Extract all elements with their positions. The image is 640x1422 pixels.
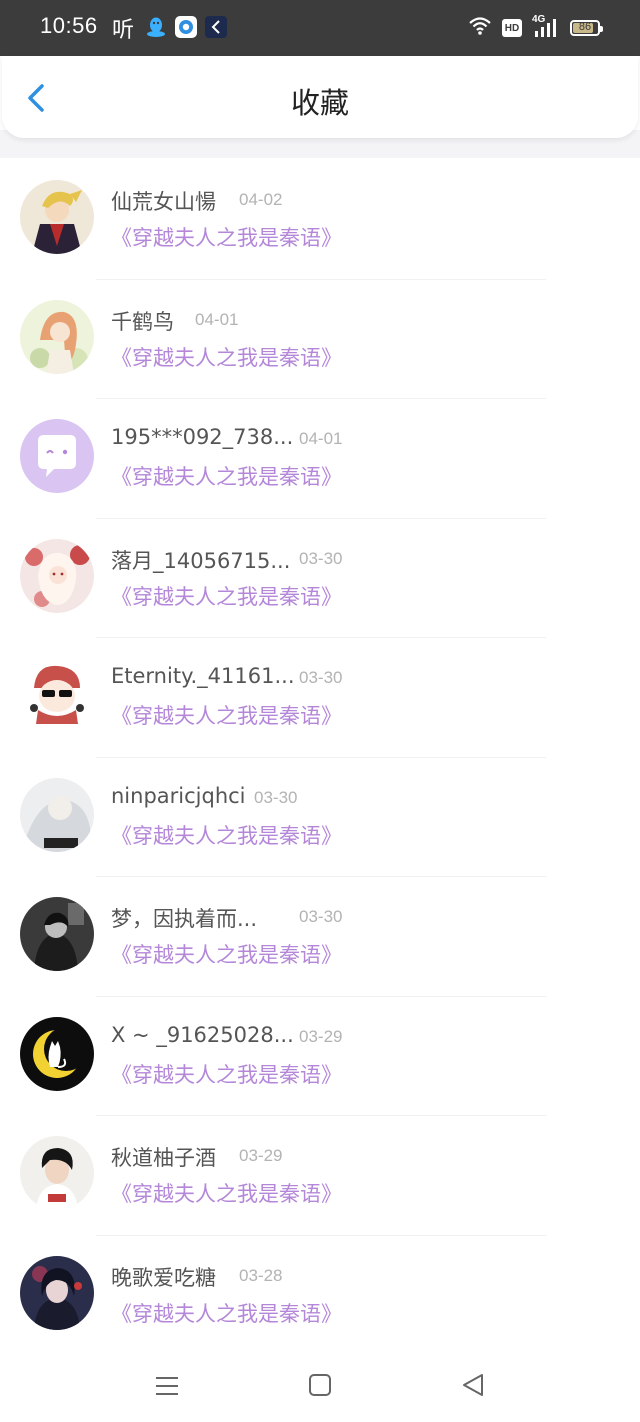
item-date: 04-01	[195, 309, 239, 329]
item-date: 03-30	[299, 907, 343, 926]
avatar	[20, 180, 94, 254]
wifi-icon	[468, 16, 492, 40]
item-date: 04-01	[299, 429, 343, 448]
home-icon	[309, 1374, 331, 1396]
item-date: 03-29	[239, 1146, 283, 1165]
list-item[interactable]: 秋道柚子酒 03-29 《穿越夫人之我是秦语》	[0, 1116, 640, 1236]
navigation-bar	[0, 1352, 640, 1422]
list-item[interactable]: Eternity._41161... 03-30 《穿越夫人之我是秦语》	[0, 638, 640, 758]
avatar	[20, 897, 94, 971]
battery-level: 86	[578, 21, 592, 33]
page-title: 收藏	[290, 86, 349, 120]
book-title[interactable]: 《穿越夫人之我是秦语》	[111, 700, 342, 730]
user-name: 千鹤鸟	[111, 309, 174, 334]
battery-tip	[600, 26, 603, 32]
item-date: 03-28	[239, 1265, 283, 1285]
book-title[interactable]: 《穿越夫人之我是秦语》	[111, 820, 342, 850]
app-icon	[204, 15, 228, 39]
list-item[interactable]: 仙荒女山愓 04-02 《穿越夫人之我是秦语》	[0, 160, 640, 280]
user-name: ninparicjqhci	[111, 783, 246, 808]
avatar	[20, 419, 94, 493]
status-time: 10:56	[40, 13, 98, 38]
user-name: 秋道柚子酒	[111, 1146, 216, 1170]
browser-icon	[174, 15, 198, 39]
avatar	[20, 299, 94, 374]
book-title[interactable]: 《穿越夫人之我是秦语》	[111, 581, 342, 611]
item-date: 03-30	[254, 787, 298, 807]
user-name: 落月_14056715...	[111, 548, 291, 573]
back-nav-button[interactable]	[458, 1370, 490, 1402]
user-name: 195***092_738...	[111, 425, 294, 449]
book-title[interactable]: 《穿越夫人之我是秦语》	[111, 1178, 342, 1208]
qq-icon	[144, 15, 168, 39]
item-date: 03-30	[299, 668, 343, 687]
user-name: 晚歌爱吃糖	[111, 1265, 216, 1290]
ting-label: 听	[112, 18, 135, 43]
item-date: 03-29	[299, 1026, 343, 1046]
user-name: Eternity._41161...	[111, 664, 295, 688]
book-title[interactable]: 《穿越夫人之我是秦语》	[111, 1059, 342, 1089]
menu-icon	[156, 1377, 178, 1395]
list-item[interactable]: 落月_14056715... 03-30 《穿越夫人之我是秦语》	[0, 519, 640, 638]
list-item[interactable]: ninparicjqhci 03-30 《穿越夫人之我是秦语》	[0, 758, 640, 877]
back-triangle-icon	[463, 1374, 483, 1396]
user-name: 仙荒女山愓	[111, 190, 216, 214]
book-title[interactable]: 《穿越夫人之我是秦语》	[111, 939, 342, 969]
battery-icon: 86	[570, 20, 603, 36]
list-item[interactable]: 195***092_738... 04-01 《穿越夫人之我是秦语》	[0, 399, 640, 519]
hd-icon: HD	[502, 19, 522, 37]
item-date: 03-30	[299, 548, 343, 568]
menu-button[interactable]	[152, 1370, 184, 1402]
book-title[interactable]: 《穿越夫人之我是秦语》	[111, 222, 342, 252]
list-item[interactable]: X ~ _91625028... 03-29 《穿越夫人之我是秦语》	[0, 997, 640, 1116]
item-date: 04-02	[239, 190, 283, 209]
list-item[interactable]: 晚歌爱吃糖 03-28 《穿越夫人之我是秦语》	[0, 1236, 640, 1356]
book-title[interactable]: 《穿越夫人之我是秦语》	[111, 342, 342, 372]
avatar	[20, 1136, 94, 1210]
avatar	[20, 777, 94, 852]
book-title[interactable]: 《穿越夫人之我是秦语》	[111, 1298, 342, 1328]
list-item[interactable]: 千鹤鸟 04-01 《穿越夫人之我是秦语》	[0, 280, 640, 399]
status-bar: 10:56 听 HD 4G 86	[0, 0, 640, 56]
home-button[interactable]	[305, 1370, 337, 1402]
user-name: 梦，因执着而...	[111, 907, 258, 931]
avatar	[20, 1255, 94, 1330]
favorites-list: 仙荒女山愓 04-02 《穿越夫人之我是秦语》 千鹤鸟 04-01 《穿越夫人之…	[0, 160, 640, 1355]
list-item[interactable]: 梦，因执着而... 03-30 《穿越夫人之我是秦语》	[0, 877, 640, 997]
avatar	[20, 538, 94, 613]
avatar	[20, 658, 94, 732]
status-right-group: HD 4G 86	[468, 14, 603, 42]
signal-4g-icon: 4G	[532, 14, 560, 39]
app-header: 收藏	[2, 56, 638, 138]
avatar	[20, 1016, 94, 1091]
user-name: X ~ _91625028...	[111, 1022, 294, 1047]
book-title[interactable]: 《穿越夫人之我是秦语》	[111, 461, 342, 491]
